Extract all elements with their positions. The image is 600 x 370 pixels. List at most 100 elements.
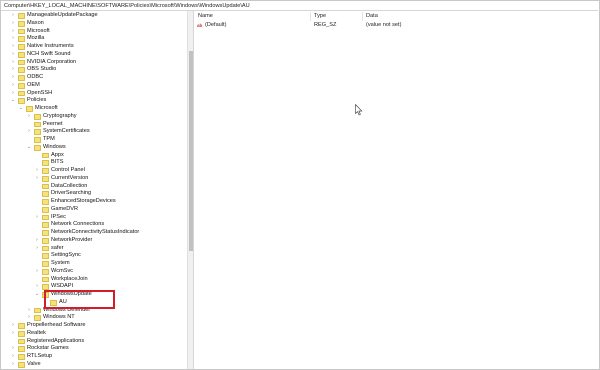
folder-icon [18, 361, 25, 368]
collapsed-chevron-icon[interactable]: › [10, 20, 16, 28]
tree-node[interactable]: › Rockstar Games [1, 345, 187, 353]
collapsed-chevron-icon[interactable]: › [10, 353, 16, 361]
tree-node[interactable]: › Cryptography [1, 113, 187, 121]
tree-node[interactable]: › SystemCertificates [1, 128, 187, 136]
collapsed-chevron-icon[interactable]: › [10, 66, 16, 74]
collapsed-chevron-icon[interactable]: › [10, 28, 16, 36]
tree-node-label: Mozilla [27, 35, 45, 42]
collapsed-chevron-icon[interactable]: › [26, 128, 32, 136]
collapsed-chevron-icon[interactable]: › [10, 322, 16, 330]
tree-node[interactable]: › Windows NT [1, 314, 187, 322]
folder-icon [18, 28, 25, 35]
folder-icon [42, 152, 49, 159]
address-bar[interactable]: Computer\HKEY_LOCAL_MACHINE\SOFTWARE\Pol… [1, 1, 598, 11]
collapsed-chevron-icon[interactable]: › [34, 268, 40, 276]
tree-node[interactable]: › WcmSvc [1, 268, 187, 276]
collapsed-chevron-icon [34, 183, 40, 191]
folder-icon [42, 191, 49, 198]
collapsed-chevron-icon[interactable]: › [34, 214, 40, 222]
tree-node-label: NetworkProvider [51, 236, 93, 243]
collapsed-chevron-icon [34, 260, 40, 268]
tree-node[interactable]: DriverSearching [1, 190, 187, 198]
folder-icon [18, 75, 25, 81]
tree-node[interactable]: › Microsoft [1, 28, 187, 36]
collapsed-chevron-icon[interactable]: › [10, 35, 16, 43]
tree-node-label: NVIDIA Corporation [27, 58, 77, 65]
folder-icon [18, 354, 25, 360]
tree-node[interactable]: Network Connections [1, 221, 187, 229]
tree-node[interactable]: EnhancedStorageDevices [1, 198, 187, 206]
collapsed-chevron-icon[interactable]: › [10, 74, 16, 82]
collapsed-chevron-icon[interactable]: › [34, 283, 40, 291]
tree-node[interactable]: › ManageableUpdatePackage [1, 12, 187, 20]
tree-node[interactable]: › IPSec [1, 214, 187, 222]
collapsed-chevron-icon[interactable]: › [26, 314, 32, 322]
tree-node[interactable]: › Valve [1, 361, 187, 369]
tree-node-label: ManageableUpdatePackage [27, 12, 98, 19]
tree-node[interactable]: › ODBC [1, 74, 187, 82]
tree-node[interactable]: TPM [1, 136, 187, 144]
tree-node[interactable]: › safer [1, 245, 187, 253]
expanded-chevron-icon[interactable]: ⌄ [26, 144, 32, 152]
tree-node[interactable]: › Control Panel [1, 167, 187, 175]
column-header-type[interactable]: Type [314, 13, 326, 20]
collapsed-chevron-icon[interactable]: › [10, 82, 16, 90]
collapsed-chevron-icon[interactable]: › [10, 12, 16, 20]
folder-icon [42, 160, 49, 167]
expanded-chevron-icon[interactable]: ⌄ [10, 97, 16, 105]
tree-node[interactable]: › Native Instruments [1, 43, 187, 51]
column-divider[interactable] [362, 12, 363, 21]
tree-node[interactable]: BITS [1, 159, 187, 167]
tree-node[interactable]: ⌄ Policies [1, 97, 187, 105]
tree-node[interactable]: › OEM [1, 82, 187, 90]
tree-node[interactable]: SettingSync [1, 252, 187, 260]
tree-node[interactable]: Peernet [1, 121, 187, 129]
tree-node[interactable]: › OBS Studio [1, 66, 187, 74]
column-header-name[interactable]: Name [198, 13, 213, 20]
collapsed-chevron-icon[interactable]: › [34, 237, 40, 245]
collapsed-chevron-icon[interactable]: › [10, 361, 16, 369]
collapsed-chevron-icon[interactable]: › [10, 51, 16, 59]
tree-node[interactable]: › Maxon [1, 20, 187, 28]
tree-node[interactable]: RegisteredApplications [1, 338, 187, 346]
collapsed-chevron-icon [34, 190, 40, 198]
tree-node[interactable]: DataCollection [1, 183, 187, 191]
values-pane: Name Type Data ab (Default) REG_SZ (valu… [194, 11, 598, 369]
collapsed-chevron-icon[interactable]: › [34, 167, 40, 175]
tree-node[interactable]: Appx [1, 152, 187, 160]
tree-node[interactable]: › Propellerhead Software [1, 322, 187, 330]
tree-node[interactable]: › NetworkProvider [1, 237, 187, 245]
tree-node[interactable]: › RTLSetup [1, 353, 187, 361]
collapsed-chevron-icon[interactable]: › [26, 307, 32, 315]
tree-node[interactable]: › Realtek [1, 330, 187, 338]
tree-node[interactable]: › Mozilla [1, 35, 187, 43]
tree-node[interactable]: › NVIDIA Corporation [1, 59, 187, 67]
tree-node[interactable]: ⌄ Microsoft [1, 105, 187, 113]
collapsed-chevron-icon[interactable]: › [10, 330, 16, 338]
tree-node[interactable]: GameDVR [1, 206, 187, 214]
tree-node[interactable]: System [1, 260, 187, 268]
folder-icon [18, 338, 25, 345]
tree-node[interactable]: WorkplaceJoin [1, 276, 187, 284]
tree-node[interactable]: ⌄ Windows [1, 144, 187, 152]
expanded-chevron-icon[interactable]: ⌄ [18, 105, 24, 113]
expanded-chevron-icon[interactable]: ⌄ [34, 291, 40, 299]
collapsed-chevron-icon[interactable]: › [10, 90, 16, 98]
tree-node[interactable]: NetworkConnectivityStatusIndicator [1, 229, 187, 237]
tree-node[interactable]: › NCH Swift Sound [1, 51, 187, 59]
column-divider[interactable] [310, 12, 311, 21]
highlight-windowsupdate-au [44, 290, 115, 309]
collapsed-chevron-icon[interactable]: › [34, 245, 40, 253]
collapsed-chevron-icon[interactable]: › [10, 345, 16, 353]
collapsed-chevron-icon[interactable]: › [26, 113, 32, 121]
tree-node-label: Appx [51, 151, 64, 158]
folder-icon [34, 121, 41, 128]
collapsed-chevron-icon[interactable]: › [34, 175, 40, 183]
collapsed-chevron-icon[interactable]: › [10, 59, 16, 67]
column-header-data[interactable]: Data [366, 13, 378, 20]
tree-node[interactable]: › CurrentVersion [1, 175, 187, 183]
tree-node-label: SettingSync [51, 252, 81, 259]
collapsed-chevron-icon [34, 206, 40, 214]
tree-node[interactable]: › OpenSSH [1, 90, 187, 98]
collapsed-chevron-icon[interactable]: › [10, 43, 16, 51]
